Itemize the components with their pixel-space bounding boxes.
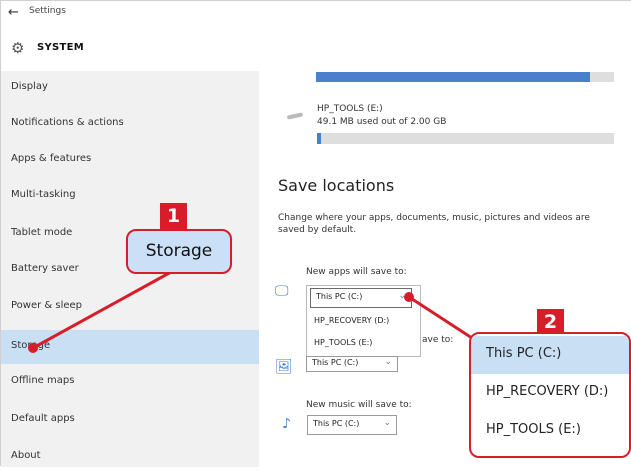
image-icon: 🖼 xyxy=(275,359,293,375)
gear-icon: ⚙ xyxy=(11,39,25,57)
storage-callout: Storage xyxy=(126,229,232,274)
back-arrow-icon[interactable]: ← xyxy=(8,5,19,20)
pictures-save-label-partial: ave to: xyxy=(422,335,454,345)
apps-location-dropdown[interactable]: This PC (C:) ⌄ xyxy=(310,288,412,308)
zoom-option-hp-tools: HP_TOOLS (E:) xyxy=(471,412,629,450)
dropdown-selected-value: This PC (C:) xyxy=(316,292,363,301)
sidebar-item-label: Tablet mode xyxy=(11,227,73,238)
monitor-icon: 🖵 xyxy=(275,283,289,299)
sidebar-item-power-sleep[interactable]: Power & sleep xyxy=(1,290,259,324)
sidebar-item-offline-maps[interactable]: Offline maps xyxy=(1,365,259,399)
zoom-option-label: This PC (C:) xyxy=(486,346,562,361)
sidebar-item-label: Multi-tasking xyxy=(11,189,76,200)
sidebar-item-notifications[interactable]: Notifications & actions xyxy=(1,107,259,141)
dropdown-option-hp-recovery[interactable]: HP_RECOVERY (D:) xyxy=(314,316,389,325)
sidebar-item-label: About xyxy=(11,450,41,461)
sidebar-item-multitasking[interactable]: Multi-tasking xyxy=(1,179,259,213)
music-location-dropdown[interactable]: This PC (C:) ⌄ xyxy=(307,415,397,435)
dropdown-option-hp-tools[interactable]: HP_TOOLS (E:) xyxy=(314,338,372,347)
sidebar-item-label: Offline maps xyxy=(11,375,75,386)
sidebar-item-label: Apps & features xyxy=(11,153,92,164)
drive-name[interactable]: HP_TOOLS (E:) xyxy=(317,104,383,114)
music-note-icon: ♪ xyxy=(282,416,291,432)
page-title: SYSTEM xyxy=(37,42,85,53)
chevron-down-icon: ⌄ xyxy=(383,418,391,428)
save-locations-heading: Save locations xyxy=(278,176,395,195)
title-bar: ← Settings ⚙ SYSTEM xyxy=(1,1,631,71)
sidebar-item-label: Display xyxy=(11,81,48,92)
sidebar-item-label: Notifications & actions xyxy=(11,117,124,128)
sidebar-item-about[interactable]: About xyxy=(1,440,259,474)
chevron-down-icon: ⌄ xyxy=(398,291,406,301)
drive-usage-bar-track xyxy=(321,133,614,144)
drive-usage-bar xyxy=(316,72,590,82)
sidebar-item-label: Power & sleep xyxy=(11,300,83,311)
save-locations-description: Change where your apps, documents, music… xyxy=(278,213,590,235)
zoom-option-label: HP_RECOVERY (D:) xyxy=(486,384,609,399)
chevron-down-icon: ⌄ xyxy=(384,357,392,367)
apps-location-dropdown-list[interactable]: This PC (C:) ⌄ HP_RECOVERY (D:) HP_TOOLS… xyxy=(306,285,421,357)
zoom-option-this-pc: This PC (C:) xyxy=(471,336,629,374)
drive-usage-bar-track xyxy=(590,72,614,82)
music-save-label: New music will save to: xyxy=(306,400,412,410)
sidebar-item-label: Default apps xyxy=(11,413,75,424)
sidebar-item-label: Storage xyxy=(11,340,51,351)
drive-usage-text: 49.1 MB used out of 2.00 GB xyxy=(317,117,447,127)
callout-label: Storage xyxy=(145,241,213,261)
dropdown-selected-value: This PC (C:) xyxy=(312,358,359,367)
sidebar-item-default-apps[interactable]: Default apps xyxy=(1,403,259,437)
pictures-location-dropdown[interactable]: This PC (C:) ⌄ xyxy=(306,356,398,372)
zoom-option-label: HP_TOOLS (E:) xyxy=(486,422,581,437)
sidebar-item-storage[interactable]: Storage xyxy=(1,330,259,364)
sidebar-item-apps-features[interactable]: Apps & features xyxy=(1,143,259,177)
zoomed-dropdown-callout: This PC (C:) HP_RECOVERY (D:) HP_TOOLS (… xyxy=(469,332,631,458)
sidebar-item-display[interactable]: Display xyxy=(1,71,259,105)
zoom-option-hp-recovery: HP_RECOVERY (D:) xyxy=(471,374,629,412)
apps-save-label: New apps will save to: xyxy=(306,267,407,277)
step-1-badge: 1 xyxy=(160,203,187,230)
sidebar-item-label: Battery saver xyxy=(11,263,79,274)
dropdown-selected-value: This PC (C:) xyxy=(313,419,360,428)
app-title: Settings xyxy=(29,6,66,16)
